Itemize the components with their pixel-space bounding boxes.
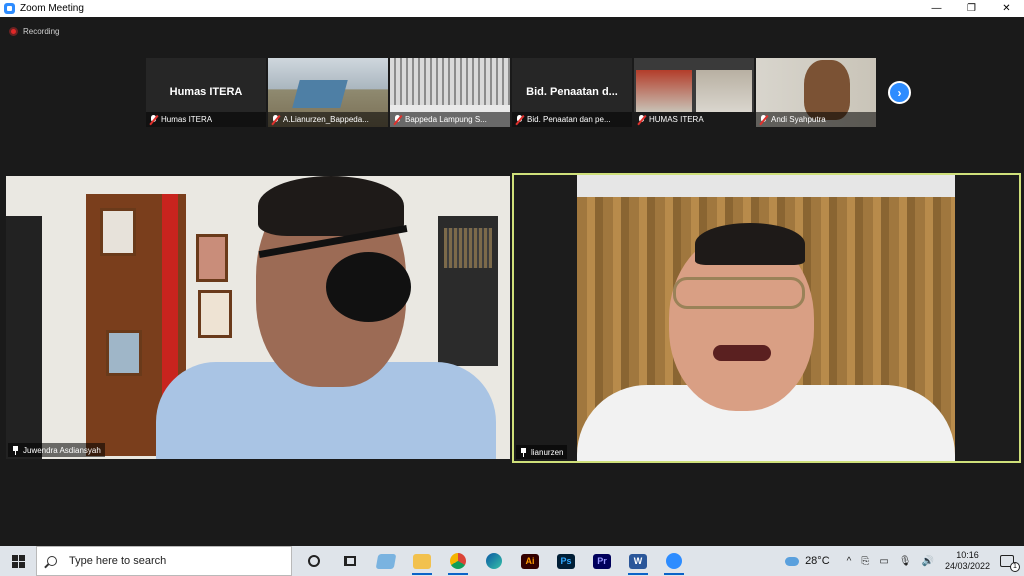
volume-icon[interactable]: 🔊 [922,556,934,567]
participant-name: HUMAS ITERA [649,115,704,124]
participant-big-name: Humas ITERA [169,86,243,98]
mic-muted-icon [759,114,768,125]
participant-caption: Bid. Penaatan dan pe... [512,112,632,127]
search-placeholder: Type here to search [69,555,167,567]
participant-name: A.Lianurzen_Bappeda... [283,115,369,124]
premiere-button[interactable]: Pr [584,546,620,576]
file-explorer-icon [375,553,397,569]
zoom-icon [666,553,682,569]
notification-center-icon[interactable]: 1 [1000,555,1020,572]
network-icon[interactable]: ▭ [879,556,888,567]
speaker-video-left [156,176,496,459]
chevron-right-icon: › [897,85,902,100]
participant-name: Bid. Penaatan dan pe... [527,115,611,124]
pin-icon [12,445,19,455]
speaker-video-right [577,175,955,461]
participant-thumbnail[interactable]: A.Lianurzen_Bappeda... [268,58,388,127]
premiere-icon: Pr [593,553,611,569]
participant-thumbnail[interactable]: HUMAS ITERA [634,58,754,127]
recording-indicator[interactable]: Recording [9,27,59,36]
taskbar-search[interactable]: Type here to search [36,546,292,576]
word-icon: W [629,553,647,569]
participant-name: Bappeda Lampung S... [405,115,487,124]
weather-widget[interactable]: 28°C [785,555,830,567]
participant-big-name: Bid. Penaatan d... [526,86,618,98]
edge-icon [486,553,502,569]
maximize-button[interactable]: ❐ [954,0,989,17]
clock-time: 10:16 [956,550,979,560]
participant-thumbnail[interactable]: Bappeda Lampung S... [390,58,510,127]
participant-caption: Andi Syahputra [756,112,876,127]
participant-caption: Humas ITERA [146,112,266,127]
speaker-name: Juwendra Asdiansyah [23,445,101,455]
next-page-button[interactable]: › [888,81,911,104]
illustrator-icon: Ai [521,553,539,569]
notification-count: 1 [1010,562,1020,572]
chrome-button[interactable] [440,546,476,576]
system-tray: 28°C ^ ⎘ ▭ 🎙 🔊 10:16 24/03/2022 1 [785,546,1024,576]
participant-thumbnail[interactable]: Andi Syahputra [756,58,876,127]
start-button[interactable] [0,546,36,576]
microphone-icon[interactable]: 🎙 [899,556,912,567]
windows-taskbar: Type here to search Ai Ps Pr W 28°C ^ ⎘ … [0,546,1024,576]
recording-dot-icon [9,27,18,36]
word-button[interactable]: W [620,546,656,576]
zoom-button[interactable] [656,546,692,576]
recording-label: Recording [23,27,60,36]
chevron-up-icon[interactable]: ^ [847,556,852,567]
mic-muted-icon [271,114,280,125]
photoshop-icon: Ps [557,553,575,569]
minimize-button[interactable]: — [919,0,954,17]
participant-thumbnail[interactable]: Humas ITERA Humas ITERA [146,58,266,127]
window-controls: — ❐ ✕ [919,0,1024,17]
glasses [673,277,805,309]
speaker-tile-left[interactable]: Juwendra Asdiansyah [6,176,510,459]
close-button[interactable]: ✕ [989,0,1024,17]
chrome-icon [450,553,466,569]
weather-temperature: 28°C [805,555,830,567]
window-title: Zoom Meeting [20,3,84,14]
participant-thumbnail[interactable]: Bid. Penaatan d... Bid. Penaatan dan pe.… [512,58,632,127]
participant-name: Humas ITERA [161,115,213,124]
meeting-area: Recording Humas ITERA Humas ITERA A.Lian… [0,17,1024,546]
participant-strip: Humas ITERA Humas ITERA A.Lianurzen_Bapp… [146,58,878,127]
folder-button[interactable] [404,546,440,576]
cortana-button[interactable] [296,546,332,576]
cloud-icon [785,556,800,566]
participant-caption: A.Lianurzen_Bappeda... [268,112,388,127]
speaker-tile-right-active[interactable]: lianurzen [512,173,1021,463]
search-icon [47,556,57,566]
cortana-icon [308,555,320,567]
taskbar-apps: Ai Ps Pr W [296,546,692,576]
pin-icon [520,447,527,457]
mic-muted-icon [149,114,158,125]
task-view-icon [344,556,356,566]
participant-name: Andi Syahputra [771,115,826,124]
title-bar: Zoom Meeting — ❐ ✕ [0,0,1024,17]
zoom-app-icon [4,3,15,14]
participant-caption: HUMAS ITERA [634,112,754,127]
edge-button[interactable] [476,546,512,576]
mic-muted-icon [515,114,524,125]
speaker-namebar: Juwendra Asdiansyah [8,443,105,457]
illustrator-button[interactable]: Ai [512,546,548,576]
meet-now-icon[interactable]: ⎘ [861,556,869,567]
participant-caption: Bappeda Lampung S... [390,112,510,127]
speaker-namebar: lianurzen [516,445,568,459]
windows-logo-icon [11,554,25,568]
task-view-button[interactable] [332,546,368,576]
mic-muted-icon [393,114,402,125]
folder-icon [413,553,431,569]
speaker-name: lianurzen [531,447,564,457]
mic-muted-icon [637,114,646,125]
file-explorer-button[interactable] [368,546,404,576]
system-clock[interactable]: 10:16 24/03/2022 [945,550,990,572]
eye-patch [326,252,411,322]
photoshop-button[interactable]: Ps [548,546,584,576]
clock-date: 24/03/2022 [944,561,990,571]
